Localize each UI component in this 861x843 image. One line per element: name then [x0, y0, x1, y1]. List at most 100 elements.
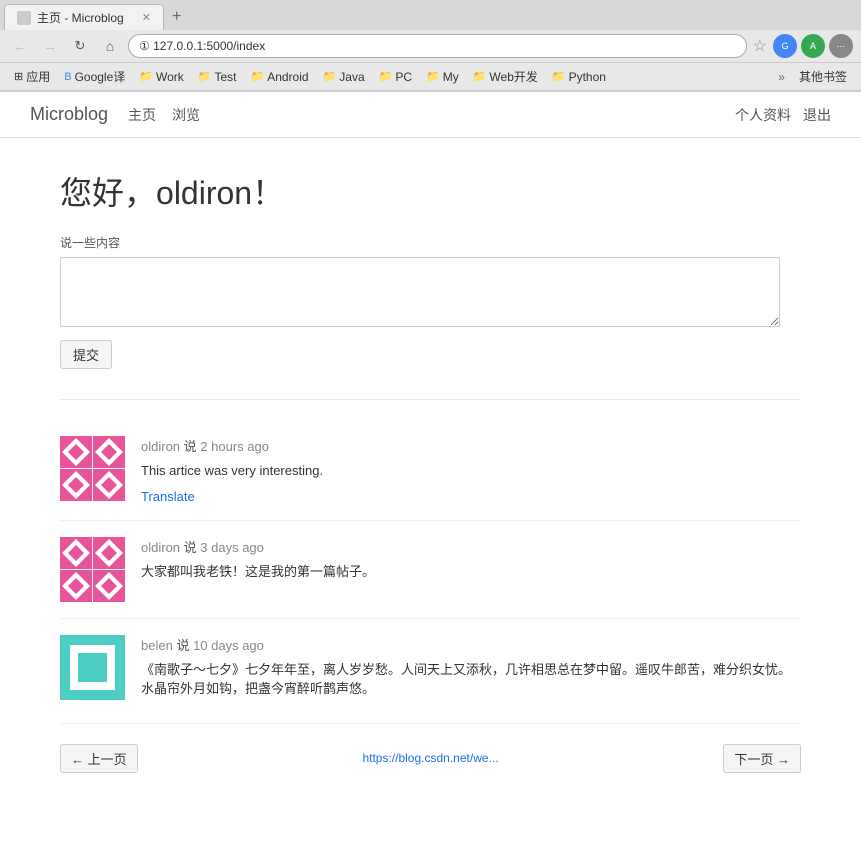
post-form-section: 说一些内容 提交: [60, 234, 801, 369]
page-url-hint: https://blog.csdn.net/we...: [362, 751, 498, 765]
post-textarea[interactable]: [60, 257, 780, 327]
bookmark-pc-label: PC: [395, 70, 412, 84]
nav-right-links: 个人资料 退出: [735, 105, 831, 125]
bookmark-java[interactable]: 📁 Java: [317, 68, 371, 86]
browser-chrome: 主页 - Microblog ✕ + ← → ↻ ⌂ ☆ G A ⋯ ⊞ 应用 …: [0, 0, 861, 92]
greeting-username: oldiron: [156, 175, 252, 211]
python-folder-icon: 📁: [552, 70, 566, 83]
bookmark-java-label: Java: [339, 70, 364, 84]
bookmark-android-label: Android: [267, 70, 308, 84]
webdev-folder-icon: 📁: [473, 70, 487, 83]
post-said: 说: [184, 439, 201, 454]
test-folder-icon: 📁: [198, 70, 212, 83]
bookmark-webdev-label: Web开发: [489, 68, 537, 85]
pagination: ← 上一页 https://blog.csdn.net/we... 下一页 →: [60, 724, 801, 793]
other-bookmarks-label[interactable]: 其他书签: [793, 66, 853, 87]
site-navigation: Microblog 主页 浏览 个人资料 退出: [0, 92, 861, 138]
post-body: oldiron 说 2 hours ago This artice was ve…: [141, 436, 801, 504]
bookmark-my[interactable]: 📁 My: [420, 68, 465, 86]
post-meta: oldiron 说 2 hours ago: [141, 436, 801, 455]
apps-icon: ⊞: [14, 70, 23, 83]
post-content: 《南歌子～七夕》七夕年年至，离人岁岁愁。人间天上又添秋，几许相思总在梦中留。遥叹…: [141, 660, 801, 699]
post-said: 说: [184, 540, 201, 555]
post-author: oldiron: [141, 540, 180, 555]
next-page-button[interactable]: 下一页 →: [723, 744, 801, 773]
android-folder-icon: 📁: [250, 70, 264, 83]
bookmark-apps[interactable]: ⊞ 应用: [8, 66, 56, 87]
bookmark-google-translate[interactable]: B Google译: [58, 66, 131, 87]
bookmark-my-label: My: [443, 70, 459, 84]
post-body: belen 说 10 days ago 《南歌子～七夕》七夕年年至，离人岁岁愁。…: [141, 635, 801, 707]
back-button[interactable]: ←: [8, 34, 32, 58]
site-logo: Microblog: [30, 104, 108, 125]
tab-favicon: [17, 11, 31, 25]
nav-home-link[interactable]: 主页: [128, 105, 156, 125]
extension-icon-3[interactable]: ⋯: [829, 34, 853, 58]
avatar: [60, 537, 125, 602]
google-translate-icon: B: [64, 71, 71, 83]
bookmark-work-label: Work: [156, 70, 184, 84]
bookmark-python-label: Python: [569, 70, 606, 84]
new-tab-button[interactable]: +: [164, 4, 189, 30]
pc-folder-icon: 📁: [379, 70, 393, 83]
greeting-suffix: ！: [252, 175, 284, 211]
bookmark-android[interactable]: 📁 Android: [244, 68, 314, 86]
posts-list: oldiron 说 2 hours ago This artice was ve…: [60, 420, 801, 724]
greeting-heading: 您好，oldiron！: [60, 168, 801, 214]
work-folder-icon: 📁: [139, 70, 153, 83]
nav-logout-link[interactable]: 退出: [803, 105, 831, 125]
address-bar-row: ← → ↻ ⌂ ☆ G A ⋯: [0, 30, 861, 63]
post-author: oldiron: [141, 439, 180, 454]
post-meta: belen 说 10 days ago: [141, 635, 801, 654]
forward-button[interactable]: →: [38, 34, 62, 58]
avatar: [60, 635, 125, 700]
form-label: 说一些内容: [60, 234, 801, 251]
tab-title: 主页 - Microblog: [37, 9, 124, 26]
post-item: belen 说 10 days ago 《南歌子～七夕》七夕年年至，离人岁岁愁。…: [60, 619, 801, 724]
bookmark-work[interactable]: 📁 Work: [133, 68, 189, 86]
post-time: 2 hours ago: [200, 439, 269, 454]
bookmark-apps-label: 应用: [26, 68, 50, 85]
post-content: 大家都叫我老铁！这是我的第一篇帖子。: [141, 562, 801, 582]
post-content: This artice was very interesting.: [141, 461, 801, 481]
nav-links: 主页 浏览: [128, 105, 200, 125]
section-divider: [60, 399, 801, 400]
prev-page-button[interactable]: ← 上一页: [60, 744, 138, 773]
post-meta: oldiron 说 3 days ago: [141, 537, 801, 556]
submit-button[interactable]: 提交: [60, 340, 112, 369]
post-item: oldiron 说 2 hours ago This artice was ve…: [60, 420, 801, 521]
translate-link[interactable]: Translate: [141, 489, 195, 504]
bookmark-star-icon[interactable]: ☆: [753, 36, 767, 56]
bookmark-google-translate-label: Google译: [75, 68, 126, 85]
home-button[interactable]: ⌂: [98, 34, 122, 58]
bookmark-test-label: Test: [214, 70, 236, 84]
bookmark-python[interactable]: 📁 Python: [546, 68, 612, 86]
java-folder-icon: 📁: [323, 70, 337, 83]
nav-profile-link[interactable]: 个人资料: [735, 105, 791, 125]
bookmark-test[interactable]: 📁 Test: [192, 68, 243, 86]
extension-icon-1[interactable]: G: [773, 34, 797, 58]
main-content: 您好，oldiron！ 说一些内容 提交: [0, 138, 861, 823]
bookmarks-overflow-button[interactable]: »: [772, 68, 791, 86]
post-body: oldiron 说 3 days ago 大家都叫我老铁！这是我的第一篇帖子。: [141, 537, 801, 590]
browser-action-icons: G A ⋯: [773, 34, 853, 58]
greeting-prefix: 您好，: [60, 175, 156, 211]
post-time: 10 days ago: [193, 638, 264, 653]
tab-close-button[interactable]: ✕: [142, 11, 151, 24]
address-input[interactable]: [128, 34, 747, 58]
avatar: [60, 436, 125, 501]
my-folder-icon: 📁: [426, 70, 440, 83]
post-author: belen: [141, 638, 173, 653]
tab-bar: 主页 - Microblog ✕ +: [0, 0, 861, 30]
bookmark-webdev[interactable]: 📁 Web开发: [467, 66, 544, 87]
post-item: oldiron 说 3 days ago 大家都叫我老铁！这是我的第一篇帖子。: [60, 521, 801, 619]
post-time: 3 days ago: [200, 540, 264, 555]
bookmarks-bar: ⊞ 应用 B Google译 📁 Work 📁 Test 📁 Android 📁…: [0, 63, 861, 91]
nav-browse-link[interactable]: 浏览: [172, 105, 200, 125]
post-said: 说: [176, 638, 193, 653]
bookmark-pc[interactable]: 📁 PC: [373, 68, 418, 86]
extension-icon-2[interactable]: A: [801, 34, 825, 58]
browser-tab[interactable]: 主页 - Microblog ✕: [4, 4, 164, 30]
reload-button[interactable]: ↻: [68, 34, 92, 58]
page-content: Microblog 主页 浏览 个人资料 退出 您好，oldiron！ 说一些内…: [0, 92, 861, 843]
